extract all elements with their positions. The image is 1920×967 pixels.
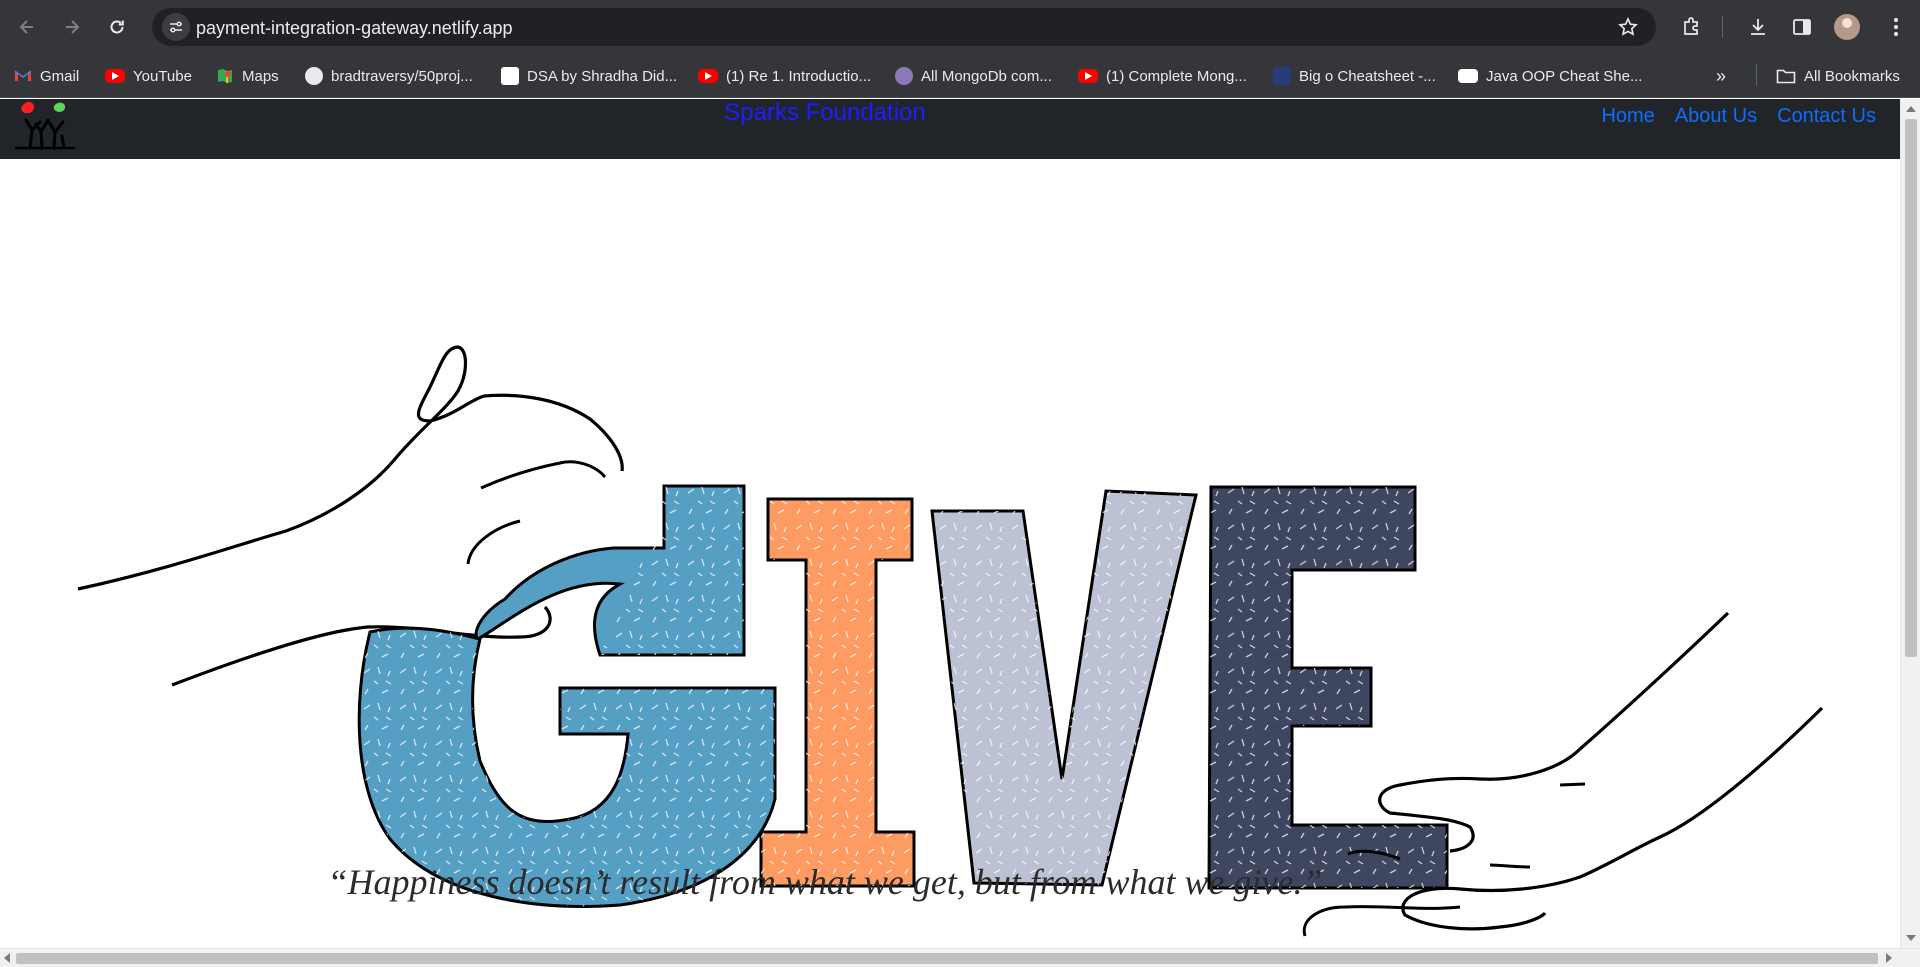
vertical-scroll-thumb[interactable]: [1905, 119, 1917, 657]
browser-menu-icon[interactable]: [1884, 15, 1908, 39]
browser-toolbar: payment-integration-gateway.netlify.app: [0, 0, 1920, 54]
maps-icon: [218, 69, 232, 83]
horizontal-scroll-thumb[interactable]: [16, 953, 1878, 964]
bigo-icon: [1273, 67, 1291, 85]
folder-icon: [1776, 69, 1796, 84]
bookmark-star-icon[interactable]: [1618, 17, 1638, 37]
letter-v: [930, 489, 1198, 887]
profile-avatar[interactable]: [1834, 14, 1860, 40]
bookmark-label: bradtraversy/50proj...: [331, 67, 473, 85]
all-bookmarks-label: All Bookmarks: [1804, 67, 1900, 85]
bookmark-maps[interactable]: Maps: [216, 64, 279, 88]
bookmark-dsa[interactable]: DSA by Shradha Did...: [501, 64, 677, 88]
arrow-left-icon: [19, 20, 33, 34]
bookmark-github[interactable]: bradtraversy/50proj...: [305, 64, 473, 88]
site-navbar: Sparks Foundation Home About Us Contact …: [0, 99, 1900, 159]
medium-icon: [1458, 69, 1478, 83]
bookmark-label: (1) Re 1. Introductio...: [726, 67, 872, 85]
bookmark-label: Java OOP Cheat She...: [1486, 67, 1643, 85]
bookmark-youtube[interactable]: YouTube: [105, 64, 192, 88]
bookmark-java-oop[interactable]: Java OOP Cheat She...: [1458, 64, 1642, 88]
hero-quote: “Happiness doesn’t result from what we g…: [327, 862, 1323, 902]
brand-title[interactable]: Sparks Foundation: [0, 99, 1650, 127]
youtube-icon: [105, 69, 125, 83]
dsa-icon: [501, 67, 519, 85]
site-info-icon[interactable]: [162, 13, 190, 41]
url-text[interactable]: payment-integration-gateway.netlify.app: [196, 18, 513, 39]
vertical-scrollbar[interactable]: [1900, 99, 1920, 948]
nav-links: Home About Us Contact Us: [1601, 105, 1876, 128]
bookmark-intro[interactable]: (1) Re 1. Introductio...: [698, 64, 871, 88]
forward-button[interactable]: [57, 12, 87, 42]
bookmarks-divider: [1756, 64, 1757, 86]
reload-button[interactable]: [102, 12, 132, 42]
gmail-icon: [14, 70, 32, 81]
more-bookmarks-button[interactable]: »: [1716, 66, 1726, 87]
bookmark-label: Maps: [242, 67, 279, 85]
back-button[interactable]: [12, 12, 42, 42]
scroll-right-icon[interactable]: [1886, 953, 1892, 963]
youtube-icon: [1078, 69, 1098, 83]
bookmark-label: All MongoDb com...: [921, 67, 1052, 85]
bookmark-big-o[interactable]: Big o Cheatsheet -...: [1273, 64, 1436, 88]
bookmark-label: DSA by Shradha Did...: [527, 67, 678, 85]
nav-about-link[interactable]: About Us: [1675, 105, 1757, 128]
bookmark-label: YouTube: [133, 67, 192, 85]
all-bookmarks-button[interactable]: All Bookmarks: [1776, 64, 1900, 88]
page-viewport: Sparks Foundation Home About Us Contact …: [0, 99, 1900, 948]
scroll-left-icon[interactable]: [4, 953, 10, 963]
download-icon[interactable]: [1746, 15, 1770, 39]
letter-g: [357, 484, 777, 908]
letter-i: [759, 497, 916, 888]
nav-contact-link[interactable]: Contact Us: [1777, 105, 1876, 128]
bookmark-label: Big o Cheatsheet -...: [1299, 67, 1436, 85]
avatar-icon: [895, 67, 913, 85]
scroll-down-icon[interactable]: [1906, 935, 1916, 941]
extensions-icon[interactable]: [1680, 15, 1704, 39]
scroll-up-icon[interactable]: [1906, 106, 1916, 112]
toolbar-divider: [1722, 16, 1723, 38]
give-illustration: [77, 345, 1824, 937]
youtube-icon: [698, 69, 718, 83]
hero-section: [0, 159, 1900, 948]
horizontal-scrollbar[interactable]: [0, 948, 1920, 967]
nav-home-link[interactable]: Home: [1601, 105, 1654, 128]
bookmark-gmail[interactable]: Gmail: [14, 64, 79, 88]
bookmark-complete-mongo[interactable]: (1) Complete Mong...: [1078, 64, 1247, 88]
reload-icon: [110, 20, 124, 34]
bookmark-mongodb[interactable]: All MongoDb com...: [895, 64, 1052, 88]
arrow-right-icon: [66, 20, 80, 34]
left-hand-drawing: [77, 345, 624, 687]
bookmark-label: (1) Complete Mong...: [1106, 67, 1247, 85]
address-bar[interactable]: payment-integration-gateway.netlify.app: [152, 8, 1656, 46]
bookmark-label: Gmail: [40, 67, 80, 85]
bookmarks-bar: Gmail YouTube Maps bradtraversy/50proj..…: [0, 54, 1920, 98]
side-panel-icon[interactable]: [1790, 15, 1814, 39]
letter-e: [1207, 485, 1449, 890]
github-icon: [305, 67, 323, 85]
